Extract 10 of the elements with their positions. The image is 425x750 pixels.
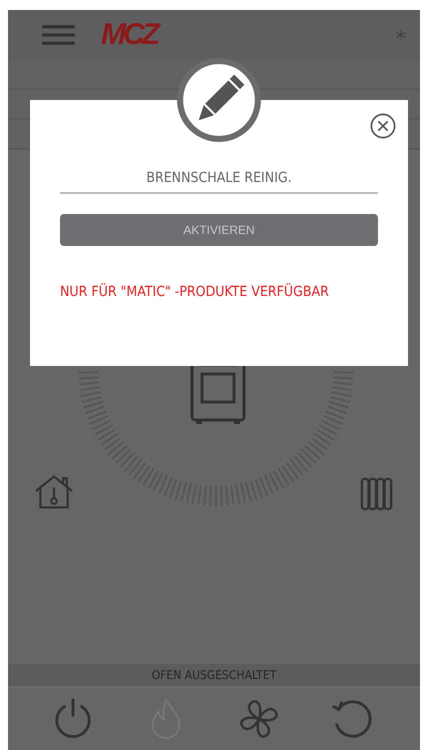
fan-icon [238, 698, 280, 740]
logo: MCZ [101, 18, 157, 52]
radiator-icon[interactable] [360, 476, 394, 512]
menu-icon[interactable] [42, 25, 75, 45]
close-icon[interactable] [370, 113, 396, 139]
snowflake-icon[interactable] [396, 30, 406, 40]
notice-text: NUR FÜR "MATIC" -PRODUKTE VERFÜGBAR [60, 284, 330, 300]
reset-icon [330, 698, 372, 740]
house-thermometer-icon[interactable] [34, 474, 74, 510]
input-field[interactable]: BRENNSCHALE REINIG. [60, 170, 378, 194]
